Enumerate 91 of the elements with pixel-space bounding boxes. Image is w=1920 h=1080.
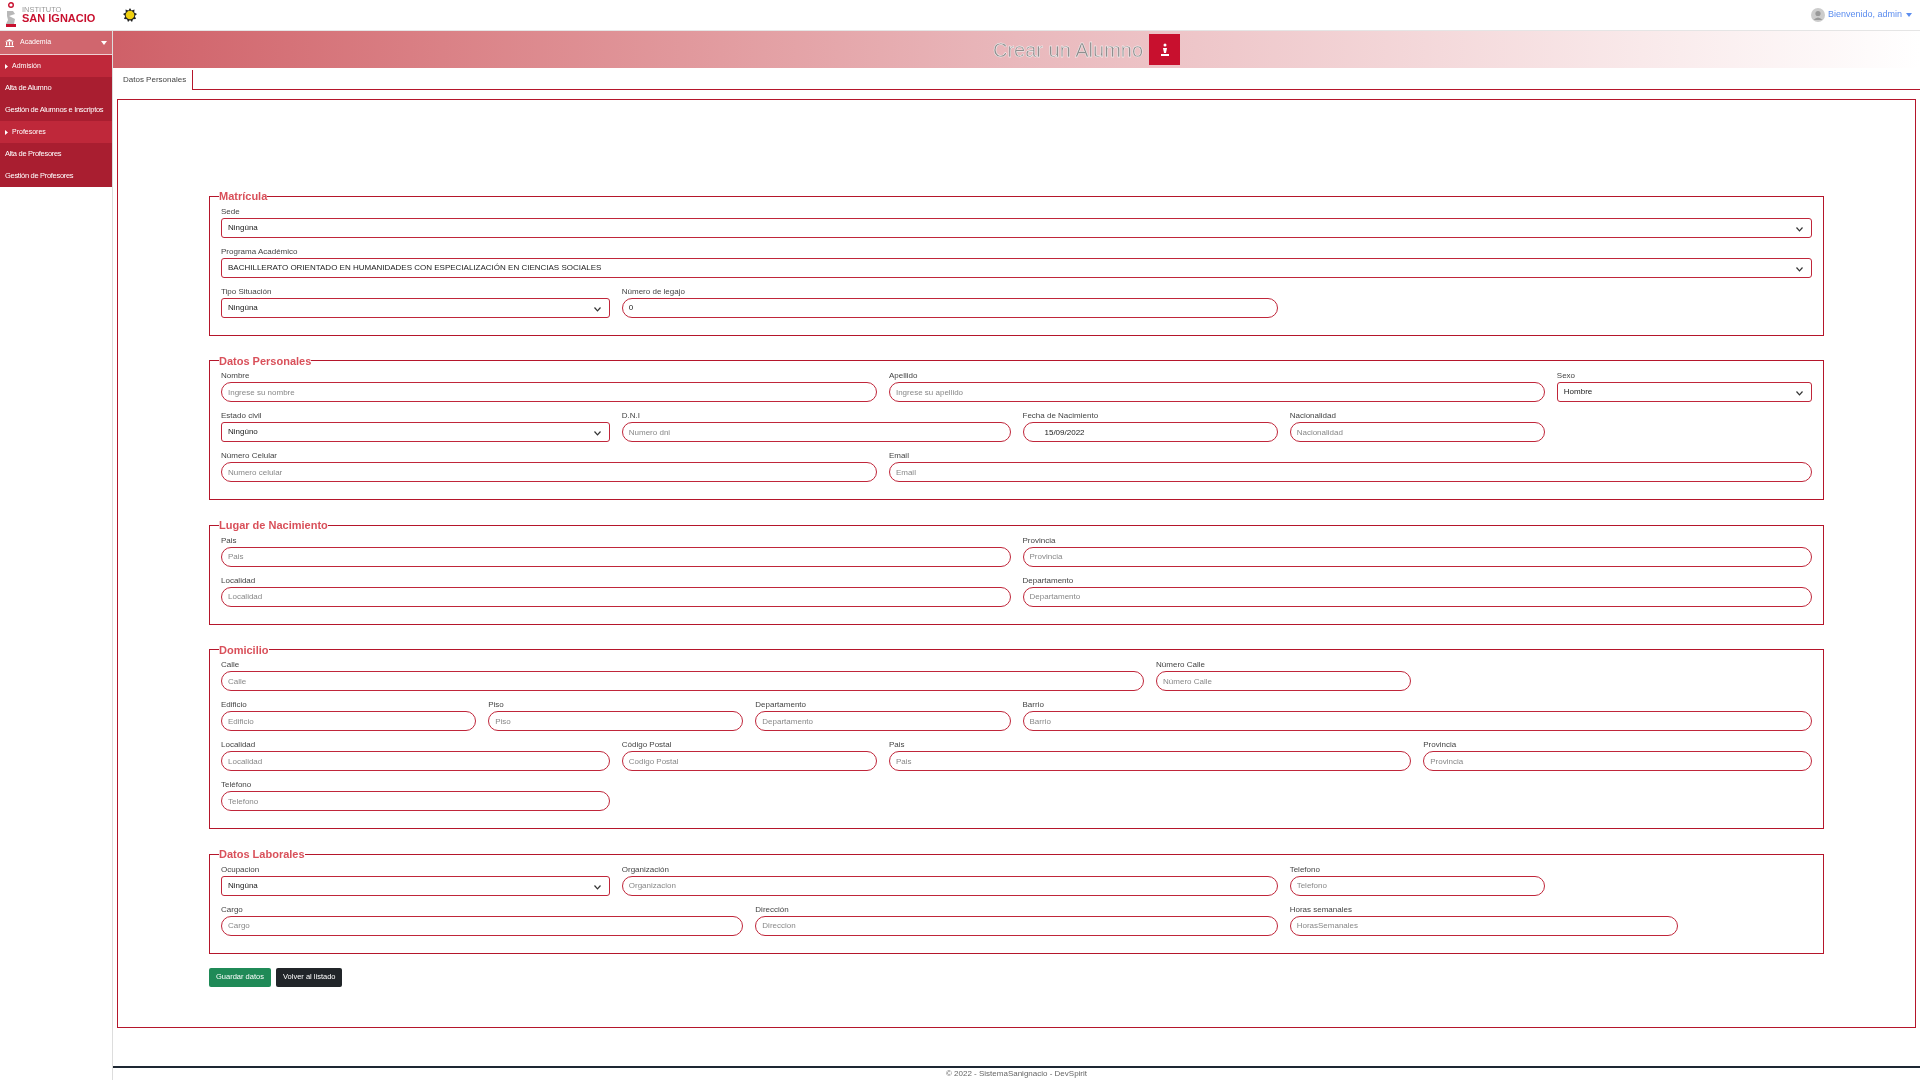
- field-label: Dirección: [755, 903, 790, 916]
- input-field[interactable]: Provincia: [1022, 546, 1812, 567]
- input-field[interactable]: Pais: [221, 546, 1011, 567]
- chevron-down-icon: [593, 884, 601, 890]
- input-field[interactable]: Piso: [488, 711, 744, 731]
- date-field[interactable]: 15/09/2022: [1022, 422, 1278, 442]
- avatar-icon: [1810, 8, 1825, 22]
- select-field[interactable]: BACHILLERATO ORIENTADO EN HUMANIDADES CON ESPECIALIZACIÓN EN CIENCIAS SOCIALES: [221, 257, 1812, 278]
- select-field[interactable]: Hombre: [1556, 382, 1812, 402]
- input-field[interactable]: Telefono: [221, 791, 610, 811]
- caret-icon: [101, 40, 107, 45]
- footer-text: © 2022 - SistemaSanignacio - DevSpirit: [945, 1068, 1088, 1080]
- field-label: Departamento: [1022, 574, 1075, 587]
- input-field[interactable]: Departamento: [755, 711, 1011, 731]
- field-label: Número de legajo: [621, 285, 686, 298]
- field-label: Organización: [621, 863, 670, 876]
- input-field[interactable]: Organizacion: [621, 875, 1278, 896]
- field-label: Ocupacion: [221, 863, 261, 876]
- input-field[interactable]: Departamento: [1022, 586, 1812, 607]
- bank-icon: [5, 38, 14, 47]
- institute-logo: [1149, 34, 1181, 65]
- input-field[interactable]: Codigo Postal: [621, 751, 877, 771]
- field-label: Email: [888, 450, 910, 462]
- field-label: Nacionalidad: [1289, 410, 1337, 422]
- chevron-down-icon: [593, 306, 601, 312]
- field-label: Calle: [221, 659, 241, 671]
- section-title: Datos Personales: [219, 353, 312, 369]
- field-label: D.N.I: [621, 410, 641, 422]
- field-label: Tipo Situación: [221, 285, 273, 298]
- input-field[interactable]: Calle: [221, 671, 1145, 691]
- field-label: Sexo: [1556, 370, 1577, 382]
- section-title: Lugar de Nacimiento: [219, 518, 328, 533]
- field-label: Telefono: [1289, 863, 1321, 876]
- field-label: Estado civil: [221, 410, 263, 422]
- select-field[interactable]: Ningúna: [221, 875, 610, 896]
- field-label: Cargo: [221, 903, 244, 916]
- input-field[interactable]: Número Calle: [1156, 671, 1412, 691]
- caret-icon: [5, 63, 8, 69]
- brand-name: SAN IGNACIO: [22, 13, 96, 25]
- section-title: Domicilio: [219, 642, 269, 658]
- input-field[interactable]: Localidad: [221, 751, 610, 771]
- input-field[interactable]: HorasSemanales: [1289, 915, 1679, 936]
- field-label: Nombre: [221, 370, 251, 382]
- chevron-down-icon: [1796, 266, 1803, 272]
- field-label: Pais: [888, 739, 906, 751]
- field-label: Barrio: [1022, 699, 1045, 711]
- caret-icon: [5, 129, 8, 135]
- field-label: Localidad: [221, 739, 257, 751]
- field-label: Código Postal: [621, 739, 673, 751]
- field-label: Programa Académico: [221, 245, 299, 258]
- input-field[interactable]: Provincia: [1423, 751, 1812, 771]
- field-label: Localidad: [221, 574, 257, 587]
- input-field[interactable]: Cargo: [221, 915, 744, 936]
- logo-icon: [4, 2, 18, 28]
- section-title: Matrícula: [219, 189, 268, 204]
- select-field[interactable]: Ningúna: [221, 297, 610, 318]
- input-field[interactable]: Edificio: [221, 711, 477, 731]
- input-field[interactable]: Pais: [888, 751, 1412, 771]
- field-label: Número Celular: [221, 450, 279, 462]
- field-label: Teléfono: [221, 779, 253, 791]
- input-field[interactable]: Email: [888, 462, 1812, 482]
- input-field[interactable]: Numero dni: [621, 422, 1011, 442]
- field-label: Número Calle: [1156, 659, 1206, 671]
- page-title: Crear un Alumno: [992, 37, 1144, 63]
- input-field[interactable]: 0: [621, 297, 1278, 318]
- input-field[interactable]: Nacionalidad: [1289, 422, 1545, 442]
- chevron-down-icon: [1796, 391, 1803, 396]
- caret-icon: [1906, 13, 1912, 17]
- input-field[interactable]: Ingrese su nombre: [221, 382, 877, 402]
- field-label: Edificio: [221, 699, 248, 711]
- field-label: Provincia: [1022, 534, 1057, 547]
- field-label: Pais: [221, 534, 238, 547]
- input-field[interactable]: Telefono: [1289, 875, 1545, 896]
- field-label: Provincia: [1423, 739, 1458, 751]
- input-field[interactable]: Localidad: [221, 586, 1011, 607]
- field-label: Sede: [221, 205, 241, 218]
- input-field[interactable]: Barrio: [1022, 711, 1812, 731]
- field-label: Departamento: [755, 699, 808, 711]
- field-label: Apellido: [888, 370, 919, 382]
- chevron-down-icon: [1796, 226, 1803, 232]
- select-field[interactable]: Ningúna: [221, 217, 1812, 238]
- field-label: Piso: [488, 699, 505, 711]
- field-label: Fecha de Nacimiento: [1022, 410, 1100, 422]
- input-field[interactable]: Ingrese su apellido: [888, 382, 1545, 402]
- field-label: Horas semanales: [1289, 903, 1353, 916]
- section-title: Datos Laborales: [219, 847, 305, 862]
- input-field[interactable]: Numero celular: [221, 462, 877, 482]
- sun-icon[interactable]: [123, 8, 137, 22]
- input-field[interactable]: Direccion: [755, 915, 1278, 936]
- chevron-down-icon: [593, 431, 601, 436]
- select-field[interactable]: Ningúno: [221, 422, 610, 442]
